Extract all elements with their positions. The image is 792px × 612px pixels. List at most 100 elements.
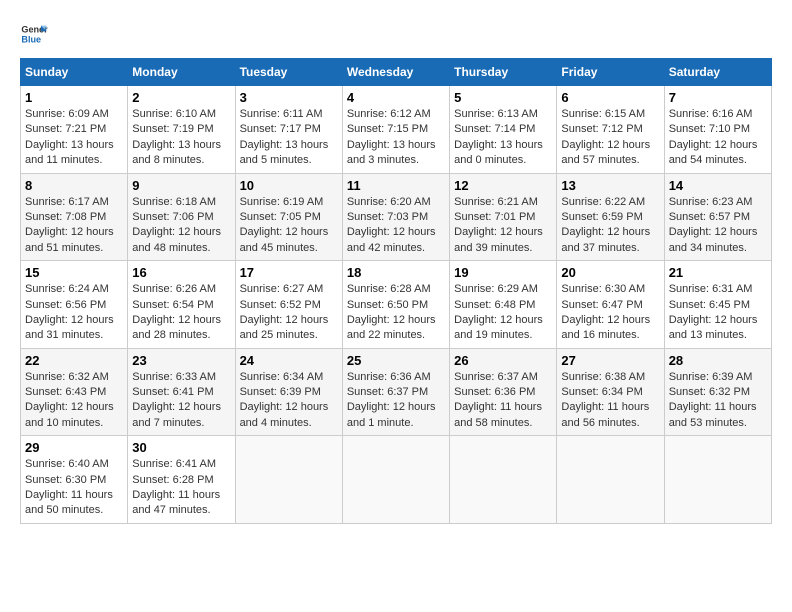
day-number: 23 [132, 353, 230, 368]
day-number: 11 [347, 178, 445, 193]
calendar-day-cell: 11 Sunrise: 6:20 AMSunset: 7:03 PMDayligh… [342, 173, 449, 261]
calendar-day-cell: 9 Sunrise: 6:18 AMSunset: 7:06 PMDaylight… [128, 173, 235, 261]
day-number: 28 [669, 353, 767, 368]
day-number: 27 [561, 353, 659, 368]
day-number: 18 [347, 265, 445, 280]
calendar-day-cell: 29 Sunrise: 6:40 AMSunset: 6:30 PMDayligh… [21, 436, 128, 524]
calendar-day-cell: 18 Sunrise: 6:28 AMSunset: 6:50 PMDayligh… [342, 261, 449, 349]
svg-text:Blue: Blue [21, 34, 41, 44]
day-number: 1 [25, 90, 123, 105]
calendar: SundayMondayTuesdayWednesdayThursdayFrid… [20, 58, 772, 524]
calendar-day-cell: 22 Sunrise: 6:32 AMSunset: 6:43 PMDayligh… [21, 348, 128, 436]
calendar-day-cell: 3Sunrise: 6:11 AMSunset: 7:17 PMDaylight… [235, 86, 342, 174]
day-info: Sunrise: 6:19 AMSunset: 7:05 PMDaylight:… [240, 195, 338, 257]
day-number: 4 [347, 90, 445, 105]
day-info: Sunrise: 6:39 AMSunset: 6:32 PMDaylight:… [669, 370, 767, 432]
day-info: Sunrise: 6:16 AMSunset: 7:10 PMDaylight:… [669, 107, 767, 169]
day-info: Sunrise: 6:34 AMSunset: 6:39 PMDaylight:… [240, 370, 338, 432]
calendar-week-row: 1 Sunrise: 6:09 AMSunset: 7:21 PMDaylight… [21, 86, 772, 174]
day-number: 12 [454, 178, 552, 193]
day-info: Sunrise: 6:29 AMSunset: 6:48 PMDaylight:… [454, 282, 552, 344]
day-info: Sunrise: 6:22 AMSunset: 6:59 PMDaylight:… [561, 195, 659, 257]
calendar-day-cell: 23Sunrise: 6:33 AMSunset: 6:41 PMDayligh… [128, 348, 235, 436]
weekday-header-wednesday: Wednesday [342, 59, 449, 86]
calendar-day-cell: 27 Sunrise: 6:38 AMSunset: 6:34 PMDayligh… [557, 348, 664, 436]
calendar-day-cell: 8Sunrise: 6:17 AMSunset: 7:08 PMDaylight… [21, 173, 128, 261]
weekday-header-friday: Friday [557, 59, 664, 86]
day-info: Sunrise: 6:18 AMSunset: 7:06 PMDaylight:… [132, 195, 230, 257]
day-info: Sunrise: 6:41 AMSunset: 6:28 PMDaylight:… [132, 457, 230, 519]
day-info: Sunrise: 6:26 AMSunset: 6:54 PMDaylight:… [132, 282, 230, 344]
calendar-week-row: 15Sunrise: 6:24 AMSunset: 6:56 PMDayligh… [21, 261, 772, 349]
day-number: 14 [669, 178, 767, 193]
day-number: 3 [240, 90, 338, 105]
day-info: Sunrise: 6:27 AMSunset: 6:52 PMDaylight:… [240, 282, 338, 344]
calendar-day-cell: 15Sunrise: 6:24 AMSunset: 6:56 PMDayligh… [21, 261, 128, 349]
day-number: 8 [25, 178, 123, 193]
day-info: Sunrise: 6:13 AMSunset: 7:14 PMDaylight:… [454, 107, 552, 169]
calendar-day-cell: 20Sunrise: 6:30 AMSunset: 6:47 PMDayligh… [557, 261, 664, 349]
calendar-day-cell [664, 436, 771, 524]
day-number: 19 [454, 265, 552, 280]
logo: General Blue [20, 20, 52, 48]
weekday-header-sunday: Sunday [21, 59, 128, 86]
day-info: Sunrise: 6:10 AMSunset: 7:19 PMDaylight:… [132, 107, 230, 169]
day-info: Sunrise: 6:36 AMSunset: 6:37 PMDaylight:… [347, 370, 445, 432]
day-info: Sunrise: 6:38 AMSunset: 6:34 PMDaylight:… [561, 370, 659, 432]
day-number: 17 [240, 265, 338, 280]
calendar-week-row: 22 Sunrise: 6:32 AMSunset: 6:43 PMDayligh… [21, 348, 772, 436]
calendar-day-cell: 5 Sunrise: 6:13 AMSunset: 7:14 PMDaylight… [450, 86, 557, 174]
calendar-week-row: 29 Sunrise: 6:40 AMSunset: 6:30 PMDayligh… [21, 436, 772, 524]
header: General Blue [20, 20, 772, 48]
day-number: 29 [25, 440, 123, 455]
day-info: Sunrise: 6:30 AMSunset: 6:47 PMDaylight:… [561, 282, 659, 344]
day-number: 24 [240, 353, 338, 368]
day-info: Sunrise: 6:40 AMSunset: 6:30 PMDaylight:… [25, 457, 123, 519]
day-info: Sunrise: 6:32 AMSunset: 6:43 PMDaylight:… [25, 370, 123, 432]
weekday-header-monday: Monday [128, 59, 235, 86]
calendar-day-cell: 19 Sunrise: 6:29 AMSunset: 6:48 PMDayligh… [450, 261, 557, 349]
day-number: 5 [454, 90, 552, 105]
calendar-day-cell: 28 Sunrise: 6:39 AMSunset: 6:32 PMDayligh… [664, 348, 771, 436]
weekday-header-tuesday: Tuesday [235, 59, 342, 86]
day-info: Sunrise: 6:23 AMSunset: 6:57 PMDaylight:… [669, 195, 767, 257]
weekday-header-thursday: Thursday [450, 59, 557, 86]
day-number: 6 [561, 90, 659, 105]
calendar-day-cell: 2 Sunrise: 6:10 AMSunset: 7:19 PMDaylight… [128, 86, 235, 174]
calendar-day-cell: 26Sunrise: 6:37 AMSunset: 6:36 PMDayligh… [450, 348, 557, 436]
day-number: 16 [132, 265, 230, 280]
calendar-day-cell: 14 Sunrise: 6:23 AMSunset: 6:57 PMDayligh… [664, 173, 771, 261]
day-info: Sunrise: 6:28 AMSunset: 6:50 PMDaylight:… [347, 282, 445, 344]
day-number: 7 [669, 90, 767, 105]
calendar-day-cell: 25 Sunrise: 6:36 AMSunset: 6:37 PMDayligh… [342, 348, 449, 436]
day-info: Sunrise: 6:20 AMSunset: 7:03 PMDaylight:… [347, 195, 445, 257]
calendar-day-cell: 24 Sunrise: 6:34 AMSunset: 6:39 PMDayligh… [235, 348, 342, 436]
calendar-day-cell: 10 Sunrise: 6:19 AMSunset: 7:05 PMDayligh… [235, 173, 342, 261]
day-number: 2 [132, 90, 230, 105]
calendar-day-cell: 17 Sunrise: 6:27 AMSunset: 6:52 PMDayligh… [235, 261, 342, 349]
calendar-day-cell [450, 436, 557, 524]
day-number: 30 [132, 440, 230, 455]
day-info: Sunrise: 6:31 AMSunset: 6:45 PMDaylight:… [669, 282, 767, 344]
day-info: Sunrise: 6:37 AMSunset: 6:36 PMDaylight:… [454, 370, 552, 432]
weekday-header-row: SundayMondayTuesdayWednesdayThursdayFrid… [21, 59, 772, 86]
calendar-day-cell: 4Sunrise: 6:12 AMSunset: 7:15 PMDaylight… [342, 86, 449, 174]
calendar-day-cell: 6 Sunrise: 6:15 AMSunset: 7:12 PMDaylight… [557, 86, 664, 174]
day-info: Sunrise: 6:09 AMSunset: 7:21 PMDaylight:… [25, 107, 123, 169]
day-info: Sunrise: 6:24 AMSunset: 6:56 PMDaylight:… [25, 282, 123, 344]
calendar-day-cell: 16 Sunrise: 6:26 AMSunset: 6:54 PMDayligh… [128, 261, 235, 349]
day-number: 9 [132, 178, 230, 193]
calendar-day-cell: 13 Sunrise: 6:22 AMSunset: 6:59 PMDayligh… [557, 173, 664, 261]
calendar-day-cell [342, 436, 449, 524]
day-number: 21 [669, 265, 767, 280]
day-number: 13 [561, 178, 659, 193]
calendar-day-cell: 21 Sunrise: 6:31 AMSunset: 6:45 PMDayligh… [664, 261, 771, 349]
day-info: Sunrise: 6:15 AMSunset: 7:12 PMDaylight:… [561, 107, 659, 169]
day-number: 10 [240, 178, 338, 193]
day-number: 22 [25, 353, 123, 368]
weekday-header-saturday: Saturday [664, 59, 771, 86]
calendar-day-cell [557, 436, 664, 524]
calendar-day-cell: 12Sunrise: 6:21 AMSunset: 7:01 PMDayligh… [450, 173, 557, 261]
calendar-day-cell: 7 Sunrise: 6:16 AMSunset: 7:10 PMDaylight… [664, 86, 771, 174]
day-number: 25 [347, 353, 445, 368]
